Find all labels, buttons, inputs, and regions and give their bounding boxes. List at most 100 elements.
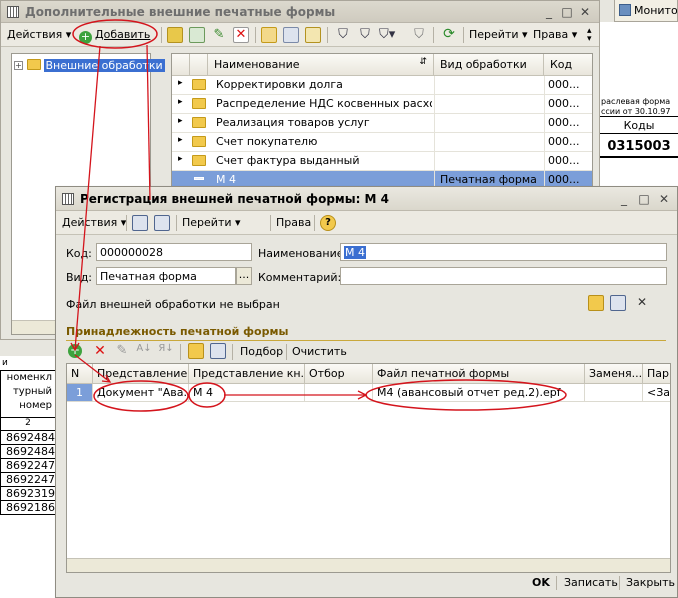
name-label: Наименование: xyxy=(258,247,348,260)
actions-menu[interactable]: Действия ▾ xyxy=(62,215,126,231)
col-replace[interactable]: Заменя... xyxy=(585,364,643,384)
sort-asc-icon[interactable]: A↓ xyxy=(136,343,152,359)
close-button[interactable]: Закрыть xyxy=(626,573,675,593)
tree-root[interactable]: + Внешние обработки xyxy=(14,59,165,75)
copy-icon[interactable] xyxy=(189,27,205,43)
refresh-icon[interactable]: ⟳ xyxy=(441,27,457,43)
doc-text-1: раслевая форма xyxy=(601,97,671,106)
filter-list-icon[interactable]: ⛉▾ xyxy=(379,27,395,43)
doc-codes: Коды xyxy=(599,116,678,134)
col-presentation[interactable]: Представление... xyxy=(93,364,189,384)
monitor-icon xyxy=(619,4,631,16)
cell-code: 000... xyxy=(548,97,580,110)
sheet-cell: 86923191 xyxy=(0,487,56,501)
table-row[interactable]: ▸ Корректировки долга 000... xyxy=(172,76,592,95)
row-number[interactable]: 1 xyxy=(67,384,93,402)
filter-value-icon[interactable]: ⛉ xyxy=(357,27,373,43)
cell-presentation[interactable]: Документ "Ава... xyxy=(93,384,189,402)
grid-scrollbar[interactable] xyxy=(67,558,670,572)
comment-field[interactable] xyxy=(340,267,667,285)
filter-icon[interactable]: ⛉ xyxy=(335,27,351,43)
add-row-icon[interactable]: + xyxy=(68,344,82,358)
window1-toolbar: Действия ▾ + Добавить ✎ ✕ ⛉ ⛉ ⛉▾ ⛉ ⟳ Пере… xyxy=(1,23,599,47)
monitor-tab[interactable]: Монитор xyxy=(614,0,678,22)
help-icon[interactable]: ? xyxy=(320,215,336,231)
table-row[interactable]: ▸Распределение НДС косвенных расходов000… xyxy=(172,95,592,114)
table-row[interactable]: ▸ Реализация товаров услуг 000... xyxy=(172,114,592,133)
edit-icon[interactable]: ✎ xyxy=(211,27,227,43)
kind-field[interactable]: Печатная форма xyxy=(96,267,236,285)
folder-icon xyxy=(192,136,206,147)
add-folder-icon[interactable] xyxy=(167,27,183,43)
maximize-icon[interactable]: □ xyxy=(636,191,652,207)
select-button[interactable]: Подбор xyxy=(240,344,283,360)
grid-icon-col xyxy=(190,54,208,76)
rights-menu[interactable]: Права ▾ xyxy=(533,27,577,43)
add-button[interactable]: + Добавить xyxy=(79,27,150,44)
sort-desc-icon[interactable]: Я↓ xyxy=(158,343,174,359)
col-filter[interactable]: Отбор xyxy=(305,364,373,384)
cell-kind: Печатная форма xyxy=(440,173,537,186)
col-n[interactable]: N xyxy=(67,364,93,384)
open-file-icon[interactable] xyxy=(588,295,604,311)
clear-filter-icon[interactable]: ⛉ xyxy=(411,27,427,43)
save-file-icon[interactable] xyxy=(610,295,626,311)
file-status: Файл внешней обработки не выбран xyxy=(66,298,280,311)
open-icon[interactable] xyxy=(188,343,204,359)
col-presentation-button[interactable]: Представление кн... xyxy=(189,364,305,384)
delete-row-icon[interactable]: ✕ xyxy=(92,343,108,359)
rights-button[interactable]: Права xyxy=(276,215,311,231)
col-code-label: Код xyxy=(550,58,573,71)
cell-file[interactable]: М4 (авансовый отчет ред.2).epf xyxy=(373,384,585,402)
cell-code: 000... xyxy=(548,116,580,129)
code-label: Код: xyxy=(66,247,92,260)
sheet-header-line: номенкл xyxy=(6,372,52,383)
save-button[interactable]: Записать xyxy=(564,573,618,593)
maximize-icon[interactable]: □ xyxy=(559,4,575,20)
col-name-label: Наименование xyxy=(214,58,300,71)
hierarchy-icon[interactable] xyxy=(261,27,277,43)
clear-file-icon[interactable]: ✕ xyxy=(634,295,650,311)
cell-replace[interactable] xyxy=(585,384,643,402)
item-icon xyxy=(194,177,204,180)
sheet-cell: 86922476 xyxy=(0,473,56,487)
close-icon[interactable]: ✕ xyxy=(656,191,672,207)
name-field[interactable]: М 4 xyxy=(340,243,667,261)
sheet-cell: 86924843 xyxy=(0,431,56,445)
table-row[interactable]: ▸ Счет фактура выданный 000... xyxy=(172,152,592,171)
level-up-icon[interactable] xyxy=(305,27,321,43)
goto-menu[interactable]: Перейти ▾ xyxy=(182,215,241,231)
code-field[interactable]: 000000028 xyxy=(96,243,252,261)
cell-filter[interactable] xyxy=(305,384,373,402)
cell-param[interactable]: <За xyxy=(643,384,670,402)
delete-icon[interactable]: ✕ xyxy=(233,27,249,43)
col-code[interactable]: Код xyxy=(544,54,592,76)
kind-select-button[interactable]: ... xyxy=(236,267,252,285)
cell-presentation-button[interactable]: М 4 xyxy=(189,384,305,402)
doc-text-2: ссии от 30.10.97 xyxy=(601,107,671,116)
goto-menu[interactable]: Перейти ▾ xyxy=(469,27,528,43)
close-icon[interactable]: ✕ xyxy=(577,4,593,20)
window2-titlebar: Регистрация внешней печатной формы: М 4 … xyxy=(56,187,677,211)
minimize-icon[interactable]: _ xyxy=(541,4,557,20)
cell-name: Реализация товаров услуг xyxy=(216,116,370,129)
actions-label: Действия xyxy=(7,28,63,41)
col-param[interactable]: Пар xyxy=(643,364,670,384)
save-icon[interactable] xyxy=(210,343,226,359)
cell-name: Корректировки долга xyxy=(216,78,343,91)
table-row[interactable]: ▸ Счет покупателю 000... xyxy=(172,133,592,152)
ok-button[interactable]: OK xyxy=(532,573,550,593)
minimize-icon[interactable]: _ xyxy=(616,191,632,207)
save-doc-icon[interactable] xyxy=(132,215,148,231)
clear-button[interactable]: Очистить xyxy=(292,344,347,360)
col-file[interactable]: Файл печатной формы xyxy=(373,364,585,384)
toolbar-overflow[interactable]: ▴ ▾ xyxy=(587,27,592,44)
actions-menu[interactable]: Действия ▾ xyxy=(7,27,71,43)
open-doc-icon[interactable] xyxy=(154,215,170,231)
col-name[interactable]: Наименование ⇵ xyxy=(208,54,434,76)
col-kind[interactable]: Вид обработки xyxy=(434,54,544,76)
section-title: Принадлежность печатной формы xyxy=(66,325,289,338)
list-icon[interactable] xyxy=(283,27,299,43)
edit-row-icon[interactable]: ✎ xyxy=(114,343,130,359)
expand-icon[interactable]: + xyxy=(14,61,23,70)
